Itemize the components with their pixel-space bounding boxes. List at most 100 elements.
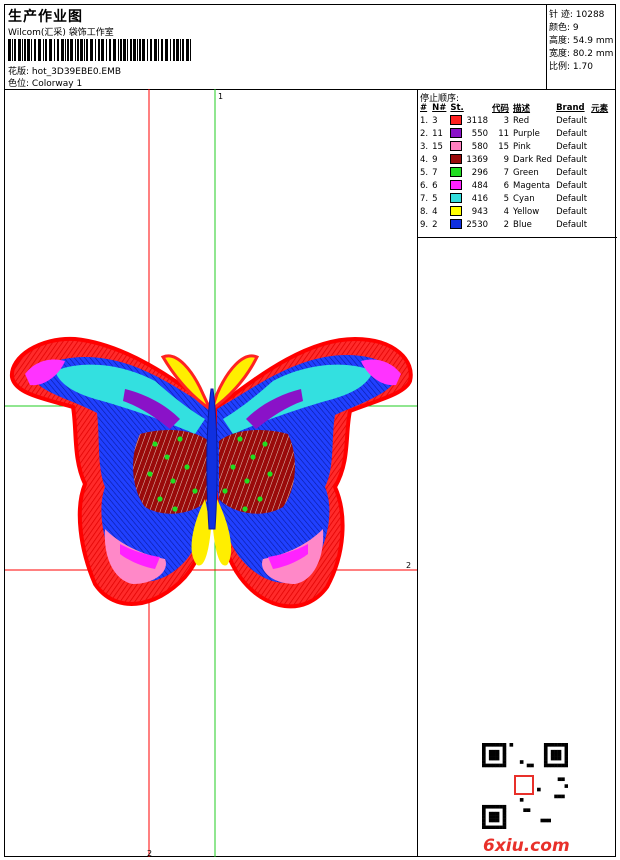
stat-width: 宽度: 80.2 mm — [549, 49, 614, 59]
color-swatch — [450, 193, 463, 204]
col-code: 代码 — [492, 104, 510, 114]
row-index: 1. — [420, 115, 429, 126]
stat-stitches: 针 迹: 10288 — [549, 10, 605, 20]
green-dot — [237, 436, 243, 442]
row-swatch — [448, 153, 464, 166]
table-row: 6. 6 484 6 Magenta Default — [418, 179, 610, 192]
col-element: 元素 — [591, 104, 609, 114]
row-element — [589, 153, 610, 166]
green-dot — [250, 454, 256, 460]
col-brand: Brand — [556, 103, 585, 113]
table-header-row: # N# St. 代码 描述 Brand 元素 — [418, 102, 610, 114]
axis-label-top: 1 — [218, 92, 223, 101]
row-code: 2 — [503, 219, 510, 230]
row-code: 6 — [503, 180, 510, 191]
row-swatch — [448, 205, 464, 218]
green-dot — [157, 496, 163, 502]
row-needle: 15 — [432, 141, 443, 152]
row-element — [589, 179, 610, 192]
col-needle: N# — [432, 103, 447, 113]
color-swatch — [450, 128, 463, 139]
row-stitches: 296 — [471, 167, 489, 178]
green-dot — [242, 506, 248, 512]
row-swatch — [448, 179, 464, 192]
row-brand: Default — [556, 115, 588, 126]
row-element — [589, 218, 610, 231]
row-swatch — [448, 218, 464, 231]
table-row: 9. 2 2530 2 Blue Default — [418, 218, 610, 231]
row-needle: 3 — [432, 115, 438, 126]
green-dot — [172, 506, 178, 512]
row-desc: Blue — [513, 219, 532, 230]
row-code: 3 — [503, 115, 510, 126]
table-row: 2. 11 550 11 Purple Default — [418, 127, 610, 140]
header-block: 生产作业图 Wilcom(汇采) 袋饰工作室 花版: hot_3D39EBE0.… — [5, 5, 547, 90]
production-worksheet: 生产作业图 Wilcom(汇采) 袋饰工作室 花版: hot_3D39EBE0.… — [4, 4, 617, 857]
col-stitches: St. — [450, 103, 464, 113]
green-dot — [262, 441, 268, 447]
stop-sequence-table: # N# St. 代码 描述 Brand 元素 1. 3 3118 3 Red Defau… — [418, 102, 610, 231]
color-swatch — [450, 219, 463, 230]
row-stitches: 1369 — [466, 154, 489, 165]
page-title: 生产作业图 — [8, 9, 83, 25]
row-brand: Default — [556, 219, 588, 230]
butterfly-embroidery-design: 1 2 2 — [5, 89, 417, 857]
row-index: 3. — [420, 141, 429, 152]
row-code: 9 — [503, 154, 510, 165]
row-code: 5 — [503, 193, 510, 204]
row-stitches: 580 — [471, 141, 489, 152]
row-swatch — [448, 192, 464, 205]
color-swatch — [450, 180, 463, 191]
green-dot — [177, 436, 183, 442]
row-needle: 11 — [432, 128, 443, 139]
green-dot — [184, 464, 190, 470]
row-element — [589, 205, 610, 218]
row-element — [589, 166, 610, 179]
row-code: 4 — [503, 206, 510, 217]
row-element — [589, 140, 610, 153]
row-desc: Dark Red — [513, 154, 553, 165]
green-dot — [222, 488, 228, 494]
row-index: 7. — [420, 193, 429, 204]
row-index: 5. — [420, 167, 429, 178]
row-needle: 9 — [432, 154, 438, 165]
green-dot — [164, 454, 170, 460]
row-index: 4. — [420, 154, 429, 165]
stat-height: 高度: 54.9 mm — [549, 36, 614, 46]
table-row: 1. 3 3118 3 Red Default — [418, 114, 610, 127]
axis-label-bottom: 2 — [147, 849, 152, 857]
row-stitches: 416 — [471, 193, 489, 204]
color-swatch — [450, 167, 463, 178]
row-stitches: 2530 — [466, 219, 489, 230]
watermark-logo: 6xiu.com — [483, 836, 570, 856]
col-index: # — [420, 103, 428, 113]
qr-code — [482, 743, 568, 829]
table-row: 8. 4 943 4 Yellow Default — [418, 205, 610, 218]
row-index: 8. — [420, 206, 429, 217]
table-row: 4. 9 1369 9 Dark Red Default — [418, 153, 610, 166]
seal-icon — [514, 775, 534, 795]
row-needle: 5 — [432, 193, 438, 204]
table-row: 7. 5 416 5 Cyan Default — [418, 192, 610, 205]
row-stitches: 484 — [471, 180, 489, 191]
color-swatch — [450, 206, 463, 217]
barcode — [8, 39, 191, 61]
row-brand: Default — [556, 128, 588, 139]
row-swatch — [448, 127, 464, 140]
row-brand: Default — [556, 193, 588, 204]
row-code: 7 — [503, 167, 510, 178]
row-brand: Default — [556, 141, 588, 152]
color-swatch — [450, 115, 463, 126]
row-desc: Yellow — [513, 206, 540, 217]
green-dot — [147, 471, 153, 477]
color-swatch — [450, 154, 463, 165]
colorway-line: 色位: Colorway 1 — [8, 76, 82, 89]
table-row: 3. 15 580 15 Pink Default — [418, 140, 610, 153]
stat-colors: 颜色: 9 — [549, 23, 579, 33]
row-brand: Default — [556, 206, 588, 217]
row-desc: Purple — [513, 128, 540, 139]
row-index: 6. — [420, 180, 429, 191]
design-canvas: 1 2 2 — [5, 89, 418, 857]
row-brand: Default — [556, 167, 588, 178]
row-desc: Magenta — [513, 180, 551, 191]
